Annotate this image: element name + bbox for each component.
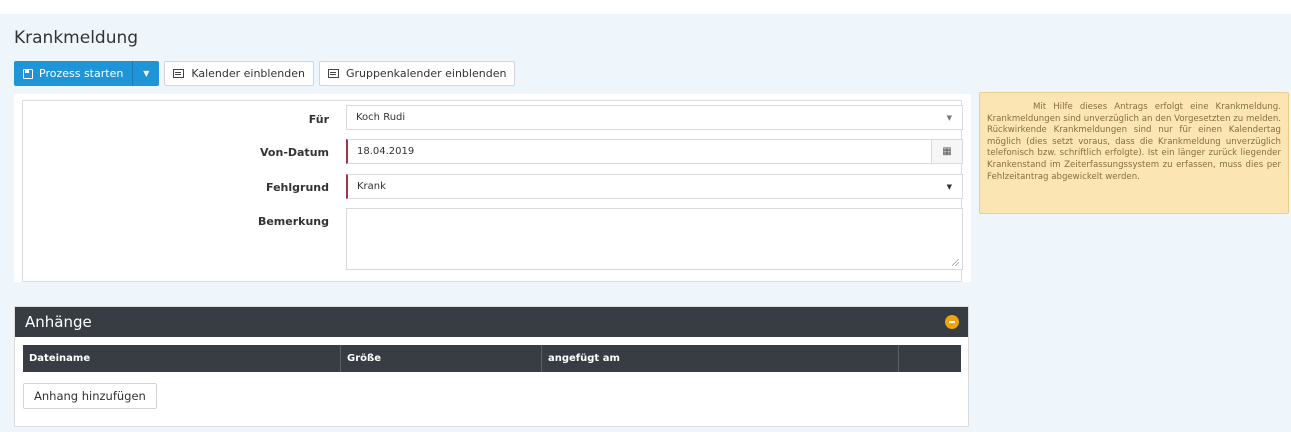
show-calendar-button[interactable]: Kalender einblenden [164,61,314,86]
attachments-table-header: Dateiname Größe angefügt am [23,345,961,372]
fehlgrund-select[interactable]: Krank ▼ [346,174,963,199]
show-group-calendar-label: Gruppenkalender einblenden [345,67,507,80]
select-arrow-icon: ▼ [946,182,952,191]
start-process-button-group: Prozess starten ▼ [14,61,160,86]
start-process-label: Prozess starten [39,67,124,80]
column-header-actions [899,345,961,372]
fehlgrund-label: Fehlgrund [266,181,329,194]
page-background: Krankmeldung Prozess starten ▼ Kalender … [0,14,1291,432]
info-box: Mit Hilfe dieses Antrags erfolgt eine Kr… [979,92,1289,214]
show-calendar-label: Kalender einblenden [191,67,305,80]
floppy-icon [23,68,33,79]
calendar-list-icon [327,69,339,78]
form-card: Für Koch Rudi ▼ Von-Datum 18.04.2019 ▦ F… [14,94,971,282]
resize-grip-icon[interactable] [952,259,959,266]
show-group-calendar-button[interactable]: Gruppenkalender einblenden [318,61,516,86]
page-title: Krankmeldung [14,28,139,48]
select-arrow-icon: ▼ [946,113,952,122]
bemerkung-textarea[interactable] [346,208,963,270]
column-header-dateiname[interactable]: Dateiname [23,345,341,372]
column-header-angefuegt-am[interactable]: angefügt am [542,345,899,372]
start-process-dropdown-button[interactable]: ▼ [133,61,160,86]
fehlgrund-value: Krank [357,181,386,192]
von-datum-label: Von-Datum [260,146,329,159]
attachments-header: Anhänge [15,307,968,337]
fuer-select[interactable]: Koch Rudi ▼ [346,105,963,130]
calendar-icon[interactable]: ▦ [931,140,962,163]
fuer-label: Für [308,113,329,126]
bemerkung-label: Bemerkung [257,215,329,228]
caret-down-icon: ▼ [143,69,150,78]
attachments-title: Anhänge [25,313,92,331]
start-process-button[interactable]: Prozess starten [14,61,134,86]
attachments-panel: Anhänge Dateiname Größe angefügt am Anha… [14,306,969,427]
add-attachment-button[interactable]: Anhang hinzufügen [23,383,157,409]
von-datum-input[interactable]: 18.04.2019 ▦ [346,139,963,164]
column-header-groesse[interactable]: Größe [341,345,542,372]
form-panel: Für Koch Rudi ▼ Von-Datum 18.04.2019 ▦ F… [22,100,963,282]
toolbar: Prozess starten ▼ Kalender einblenden Gr… [14,61,516,86]
collapse-minus-icon[interactable] [945,315,959,329]
fuer-value: Koch Rudi [356,112,406,123]
von-datum-value: 18.04.2019 [357,146,415,157]
calendar-list-icon [173,69,185,78]
